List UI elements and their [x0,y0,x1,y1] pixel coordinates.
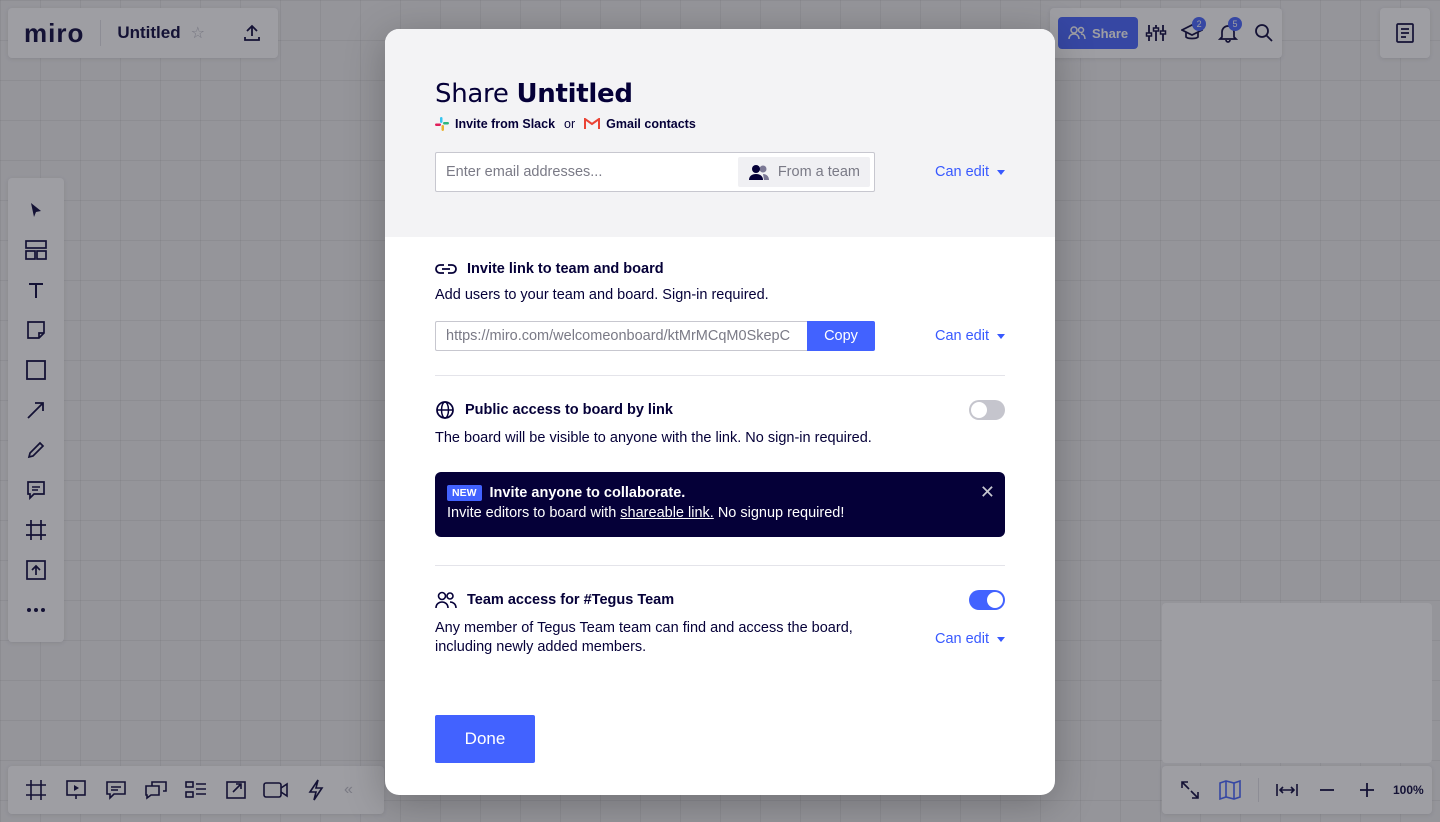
team-icon [748,165,769,180]
invite-link-description: Add users to your team and board. Sign-i… [435,287,769,303]
share-dialog-header: Share Untitled Invite from Slack or Gmai… [385,29,1055,237]
gmail-icon [584,118,601,129]
slack-label: Invite from Slack [455,117,556,131]
invite-from-slack-link[interactable]: Invite from Slack [435,117,555,131]
toggle-knob [987,592,1003,608]
public-access-title: Public access to board by link [465,402,673,418]
promo-text-after: No signup required! [717,505,845,521]
email-invite-row: From a team Can edit [435,152,1005,192]
invite-link-permission-value: Can edit [934,328,989,344]
email-field-container: From a team [435,152,875,192]
gmail-label: Gmail contacts [606,117,696,131]
caret-down-icon [997,169,1005,175]
invite-link-row: https://miro.com/welcomeonboard/ktMrMCqM… [435,321,1005,351]
invite-sources: Invite from Slack or Gmail contacts [435,117,1005,131]
link-icon [435,264,457,274]
public-access-toggle[interactable] [969,400,1005,420]
from-team-label: From a team [777,164,860,180]
email-input[interactable] [446,164,726,180]
team-access-permission-dropdown[interactable]: Can edit [935,631,1005,647]
invite-link-title: Invite link to team and board [467,261,664,277]
new-badge: NEW [447,485,482,501]
section-divider [435,565,1005,566]
shareable-link[interactable]: shareable link. [620,505,714,521]
team-users-icon [435,591,457,609]
caret-down-icon [997,636,1005,642]
share-dialog: Share Untitled Invite from Slack or Gmai… [385,29,1055,795]
promo-headline: Invite anyone to collaborate. [489,485,686,501]
gmail-contacts-link[interactable]: Gmail contacts [584,117,696,131]
team-access-details: Any member of Tegus Team team can find a… [435,610,1005,657]
close-icon[interactable]: ✕ [980,482,995,503]
promo-text-before: Invite editors to board with [447,505,617,521]
copy-link-button[interactable]: Copy [807,321,875,351]
or-text: or [564,117,576,131]
dialog-title-board: Untitled [516,79,633,109]
team-access-description: Any member of Tegus Team team can find a… [435,619,853,657]
share-dialog-body: Invite link to team and board Add users … [385,237,1055,763]
promo-text: Invite editors to board with shareable l… [447,505,993,521]
email-permission-value: Can edit [934,164,989,180]
caret-down-icon [997,333,1005,339]
done-button[interactable]: Done [435,715,535,763]
team-access-section-title: Team access for #Tegus Team [435,591,674,609]
globe-icon [436,401,454,419]
invite-link-section-title: Invite link to team and board [435,261,1005,277]
team-access-title: Team access for #Tegus Team [467,592,675,608]
invite-link-permission-dropdown[interactable]: Can edit [935,328,1005,344]
slack-icon [435,117,449,131]
public-access-header: Public access to board by link [435,400,1005,420]
promo-headline-row: NEW Invite anyone to collaborate. [447,485,993,501]
promo-banner: NEW Invite anyone to collaborate. Invite… [435,472,1005,537]
team-access-description-line1: Any member of Tegus Team team can find a… [435,620,853,636]
dialog-title: Share Untitled [435,79,1005,109]
email-permission-dropdown[interactable]: Can edit [935,164,1005,180]
team-access-header: Team access for #Tegus Team [435,590,1005,610]
public-access-section-title: Public access to board by link [435,400,673,420]
team-access-toggle[interactable] [969,590,1005,610]
dialog-title-prefix: Share [435,79,509,109]
from-team-button[interactable]: From a team [737,157,870,187]
team-access-permission-value: Can edit [934,631,989,647]
public-access-description: The board will be visible to anyone with… [435,430,872,446]
section-divider [435,375,1005,376]
team-access-description-line2: including newly added members. [435,639,647,655]
invite-link-url[interactable]: https://miro.com/welcomeonboard/ktMrMCqM… [435,321,807,351]
toggle-knob [971,402,987,418]
